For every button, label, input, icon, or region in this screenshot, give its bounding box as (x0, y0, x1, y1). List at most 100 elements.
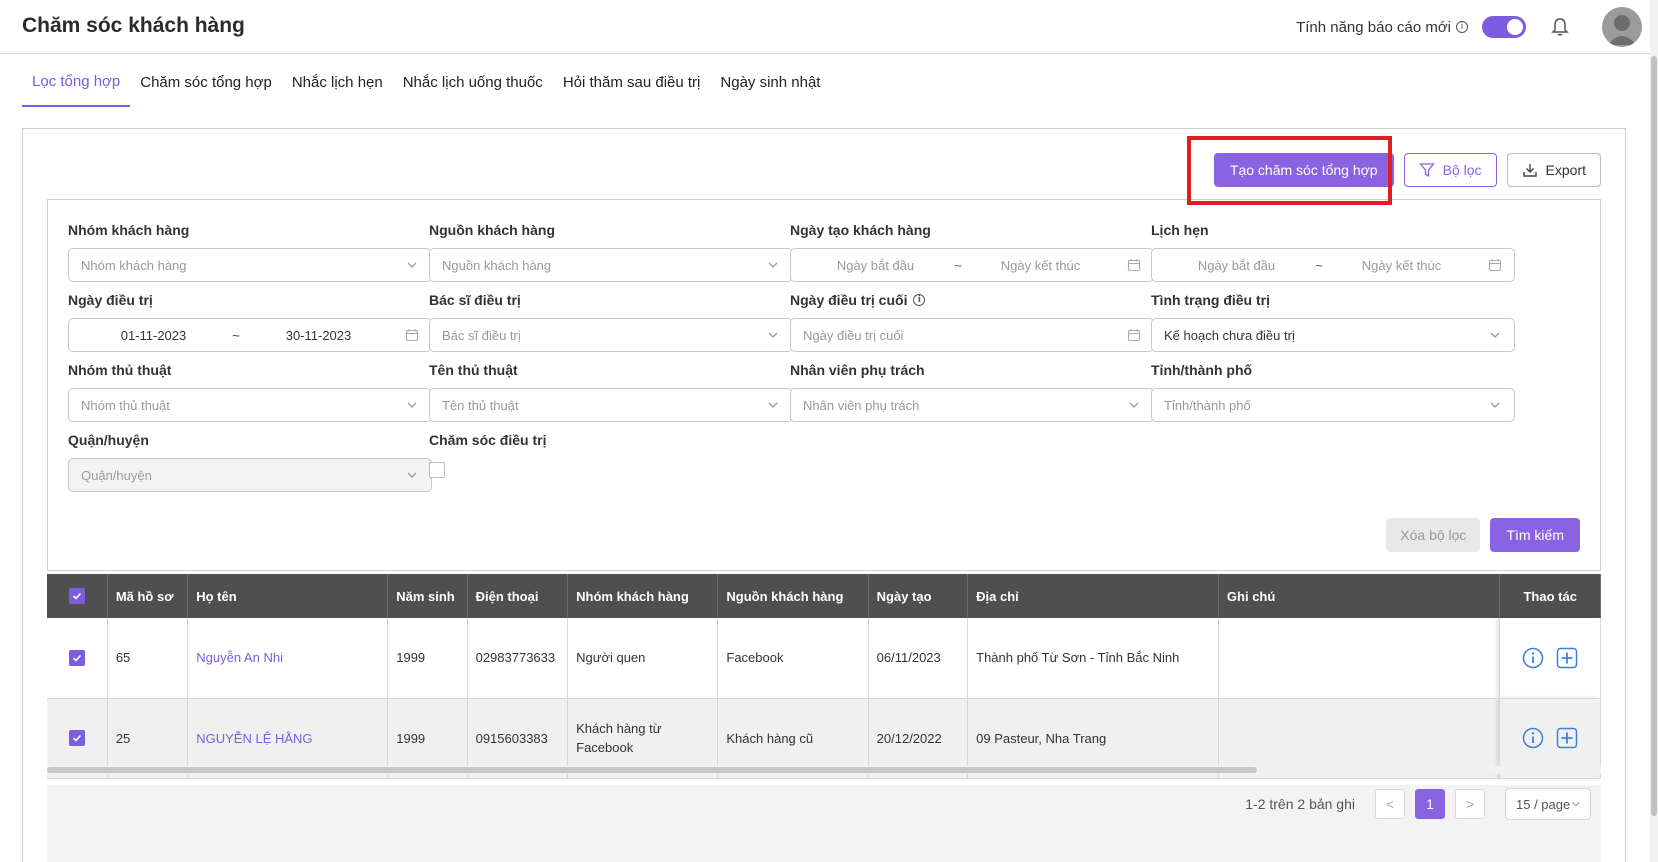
treatment-date-end[interactable]: 30-11-2023 (246, 328, 391, 343)
vertical-scrollbar[interactable] (1650, 0, 1658, 862)
province-placeholder: Tỉnh/thành phố (1164, 397, 1251, 413)
procedure-group-select[interactable]: Nhóm thủ thuật (68, 388, 432, 422)
info-circle-icon[interactable] (1522, 727, 1544, 749)
tab-filter-summary[interactable]: Lọc tổng hợp (22, 57, 131, 107)
download-icon (1522, 164, 1537, 177)
user-avatar[interactable] (1602, 7, 1642, 47)
cell-actions (1499, 618, 1601, 699)
filter-button[interactable]: Bộ lọc (1403, 153, 1497, 187)
treatment-status-label: Tình trạng điều trị (1151, 292, 1270, 308)
clear-filter-label: Xóa bộ lọc (1400, 527, 1467, 543)
cell-full-name-link[interactable]: Nguyễn An Nhi (187, 618, 389, 699)
treatment-date-start[interactable]: 01-11-2023 (81, 328, 226, 343)
filter-panel: Nhóm khách hàng Nhóm khách hàng Nguồn kh… (47, 199, 1601, 571)
next-page-button[interactable]: > (1455, 789, 1485, 819)
report-toggle-label: Tính năng báo cáo mới i (1296, 19, 1468, 36)
add-square-icon[interactable] (1556, 647, 1578, 669)
tab-birthday[interactable]: Ngày sinh nhật (710, 57, 830, 107)
horizontal-scrollbar[interactable] (47, 766, 1601, 774)
created-date-start[interactable]: Ngày bắt đầu (803, 258, 948, 273)
chevron-down-icon (1490, 332, 1500, 338)
create-care-button[interactable]: Tạo chăm sóc tổng hợp (1213, 153, 1394, 187)
clear-filter-button[interactable]: Xóa bộ lọc (1386, 518, 1481, 552)
table-row: 65 Nguyễn An Nhi 1999 02983773633 Người … (47, 618, 1601, 699)
customer-table: Mã hồ sơ Họ tên Năm sinh Điện thoại Nhóm… (47, 574, 1601, 779)
procedure-group-placeholder: Nhóm thủ thuật (81, 397, 170, 413)
customer-group-select[interactable]: Nhóm khách hàng (68, 248, 432, 282)
range-separator: ~ (232, 327, 240, 343)
appointment-range[interactable]: Ngày bắt đầu ~ Ngày kết thúc (1151, 248, 1515, 282)
field-last-treatment: Ngày điều trị cuối i Ngày điều trị cuối (790, 290, 1154, 352)
field-care-treatment: Chăm sóc điều trị (429, 430, 793, 478)
col-customer-source[interactable]: Nguồn khách hàng (717, 574, 869, 618)
col-note[interactable]: Ghi chú (1218, 574, 1501, 618)
staff-label: Nhân viên phụ trách (790, 362, 925, 378)
col-phone[interactable]: Điện thoại (467, 574, 569, 618)
procedure-name-select[interactable]: Tên thủ thuật (429, 388, 793, 422)
add-square-icon[interactable] (1556, 727, 1578, 749)
created-date-range[interactable]: Ngày bắt đầu ~ Ngày kết thúc (790, 248, 1154, 282)
cell-created-date: 06/11/2023 (868, 618, 969, 699)
col-customer-group[interactable]: Nhóm khách hàng (567, 574, 719, 618)
province-label: Tỉnh/thành phố (1151, 362, 1253, 378)
staff-select[interactable]: Nhân viên phụ trách (790, 388, 1154, 422)
treatment-date-label: Ngày điều trị (68, 292, 153, 308)
chevron-down-icon (1490, 402, 1500, 408)
procedure-name-label: Tên thủ thuật (429, 362, 518, 378)
province-select[interactable]: Tỉnh/thành phố (1151, 388, 1515, 422)
table-header-row: Mã hồ sơ Họ tên Năm sinh Điện thoại Nhóm… (47, 574, 1601, 618)
filter-actions: Xóa bộ lọc Tìm kiếm (1386, 518, 1580, 552)
last-treatment-label: Ngày điều trị cuối i (790, 290, 1154, 310)
field-district: Quận/huyện Quận/huyện (68, 430, 432, 492)
col-record-id[interactable]: Mã hồ sơ (107, 574, 189, 618)
select-all-cell (47, 574, 108, 618)
doctor-label: Bác sĩ điều trị (429, 292, 521, 308)
export-button[interactable]: Export (1506, 153, 1601, 187)
district-label: Quận/huyện (68, 432, 149, 448)
doctor-select[interactable]: Bác sĩ điều trị (429, 318, 793, 352)
col-birth-year[interactable]: Năm sinh (387, 574, 468, 618)
col-full-name[interactable]: Họ tên (187, 574, 389, 618)
row-checkbox[interactable] (68, 730, 85, 746)
cell-customer-source: Facebook (717, 618, 869, 699)
page-1-button[interactable]: 1 (1415, 789, 1445, 819)
district-select[interactable]: Quận/huyện (68, 458, 432, 492)
care-treatment-checkbox[interactable] (429, 462, 445, 478)
customer-source-label: Nguồn khách hàng (429, 222, 555, 238)
created-date-end[interactable]: Ngày kết thúc (968, 258, 1113, 273)
field-procedure-name: Tên thủ thuật Tên thủ thuật (429, 360, 793, 422)
field-staff: Nhân viên phụ trách Nhân viên phụ trách (790, 360, 1154, 422)
customer-source-select[interactable]: Nguồn khách hàng (429, 248, 793, 282)
col-address[interactable]: Địa chỉ (967, 574, 1219, 618)
info-icon[interactable]: i (913, 294, 926, 306)
calendar-icon (1488, 259, 1502, 272)
cell-note (1218, 618, 1501, 699)
field-created-date: Ngày tạo khách hàng Ngày bắt đầu ~ Ngày … (790, 220, 1154, 282)
prev-page-button[interactable]: < (1375, 789, 1405, 819)
row-select-cell (47, 618, 108, 699)
cell-address: Thành phố Từ Sơn - Tỉnh Bắc Ninh (967, 618, 1219, 699)
tab-post-treatment[interactable]: Hỏi thăm sau điều trị (553, 57, 711, 107)
field-treatment-date: Ngày điều trị 01-11-2023 ~ 30-11-2023 (68, 290, 432, 352)
last-treatment-date[interactable]: Ngày điều trị cuối (790, 318, 1154, 352)
col-actions: Thao tác (1499, 574, 1601, 618)
appointment-start[interactable]: Ngày bắt đầu (1164, 258, 1309, 273)
search-button[interactable]: Tìm kiếm (1490, 518, 1580, 552)
col-created-date[interactable]: Ngày tạo (868, 574, 969, 618)
treatment-date-range[interactable]: 01-11-2023 ~ 30-11-2023 (68, 318, 432, 352)
tab-medication-reminder[interactable]: Nhắc lịch uống thuốc (393, 57, 553, 107)
report-toggle-switch[interactable] (1482, 16, 1526, 38)
select-all-checkbox[interactable] (68, 588, 85, 604)
staff-placeholder: Nhân viên phụ trách (803, 397, 920, 413)
tab-care-summary[interactable]: Chăm sóc tổng hợp (130, 57, 282, 107)
treatment-status-select[interactable]: Kế hoạch chưa điều trị (1151, 318, 1515, 352)
page-size-select[interactable]: 15 / page (1505, 788, 1591, 820)
chevron-down-icon (407, 402, 417, 408)
tab-appointment-reminder[interactable]: Nhắc lịch hẹn (282, 57, 393, 107)
row-checkbox[interactable] (68, 649, 85, 666)
info-circle-icon[interactable] (1522, 647, 1544, 669)
appointment-end[interactable]: Ngày kết thúc (1329, 258, 1474, 273)
last-treatment-placeholder: Ngày điều trị cuối (803, 327, 904, 343)
notification-bell-icon[interactable] (1550, 16, 1570, 38)
info-icon[interactable]: i (1456, 21, 1468, 33)
